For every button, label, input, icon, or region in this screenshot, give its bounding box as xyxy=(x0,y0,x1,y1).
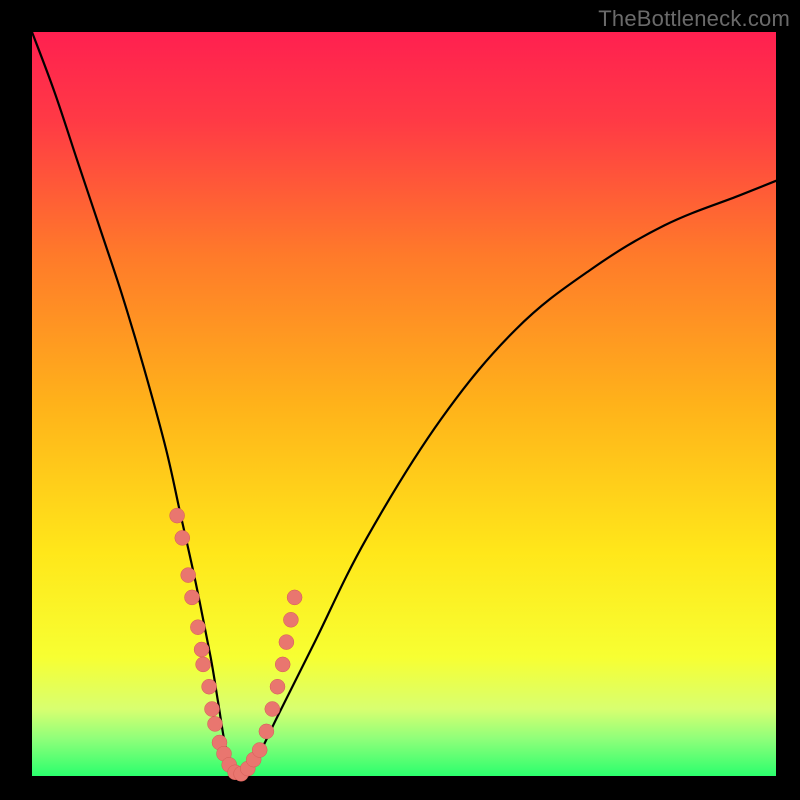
data-point xyxy=(194,642,209,657)
data-point xyxy=(270,679,285,694)
data-point xyxy=(202,679,217,694)
data-point xyxy=(170,508,185,523)
data-point xyxy=(252,743,267,758)
chart-svg xyxy=(32,32,776,776)
data-point xyxy=(181,568,196,583)
data-point xyxy=(190,620,205,635)
watermark: TheBottleneck.com xyxy=(598,6,790,32)
data-point xyxy=(275,657,290,672)
data-point xyxy=(279,635,294,650)
data-point xyxy=(259,724,274,739)
data-point xyxy=(265,702,280,717)
data-point xyxy=(196,657,211,672)
data-point xyxy=(185,590,200,605)
chart-frame: TheBottleneck.com xyxy=(0,0,800,800)
bottleneck-curve xyxy=(32,32,776,776)
data-point xyxy=(208,716,223,731)
data-point xyxy=(283,612,298,627)
data-point xyxy=(175,530,190,545)
data-point xyxy=(287,590,302,605)
data-point xyxy=(205,702,220,717)
